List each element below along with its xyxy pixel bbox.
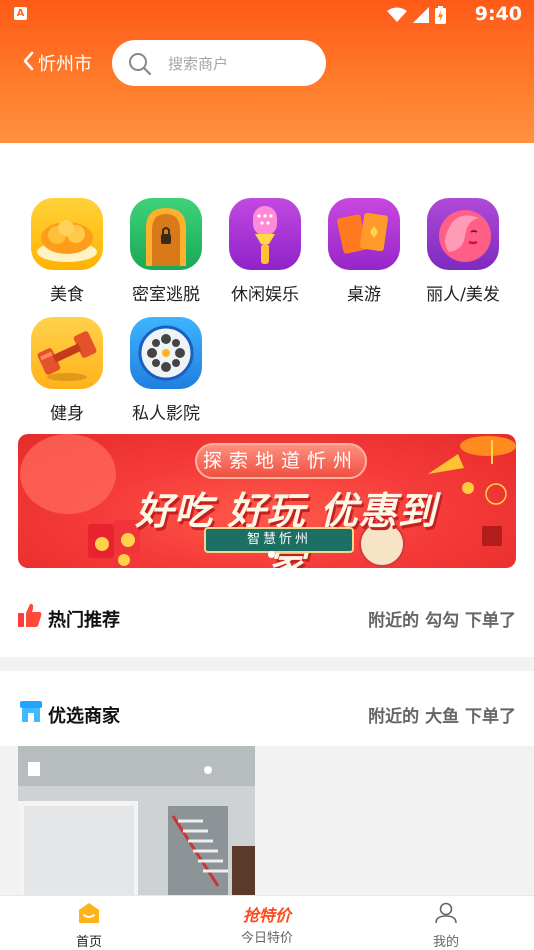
chevron-left-icon <box>22 51 34 76</box>
dumbbell-icon <box>31 317 103 389</box>
header: A 9:40 忻州市 搜索商户 <box>0 0 534 143</box>
hot-recommend-row: 热门推荐 附近的 勾勾 下单了 <box>0 592 534 642</box>
food-icon <box>31 198 103 270</box>
merchant-card-image[interactable] <box>18 746 255 896</box>
category-label: 密室逃脱 <box>132 285 200 305</box>
category-food[interactable]: 美食 <box>22 198 112 305</box>
carousel-dots <box>268 551 275 558</box>
category-label: 健身 <box>50 404 84 424</box>
tab-label: 我的 <box>432 935 459 950</box>
tab-label: 今日特价 <box>240 931 293 946</box>
tab-label: 首页 <box>75 935 102 950</box>
recent-order-ticker: 附近的 大鱼 下单了 <box>368 707 516 727</box>
category-board-games[interactable]: 桌游 <box>319 198 409 305</box>
thumbs-up-icon <box>18 603 42 627</box>
city-back-button[interactable]: 忻州市 <box>22 50 92 76</box>
carousel-dot-active[interactable] <box>268 551 275 558</box>
shop-icon <box>20 701 42 722</box>
promo-banner[interactable]: 探索地道忻州 好吃 好玩 优惠到家 智慧忻州 <box>18 434 516 568</box>
category-label: 休闲娱乐 <box>231 285 299 305</box>
escape-room-door-icon <box>130 198 202 270</box>
category-label: 桌游 <box>347 285 381 305</box>
tab-home[interactable]: 首页 <box>29 902 149 950</box>
signal-icon <box>413 7 429 23</box>
category-fitness[interactable]: 健身 <box>22 317 112 424</box>
city-label: 忻州市 <box>38 54 92 75</box>
banner-ribbon: 智慧忻州 <box>204 527 354 553</box>
category-label: 丽人/美发 <box>426 285 500 305</box>
notification-icon: A <box>14 7 27 20</box>
section-title: 优选商家 <box>48 706 120 727</box>
battery-icon <box>435 6 446 24</box>
category-label: 私人影院 <box>132 404 200 424</box>
category-private-cinema[interactable]: 私人影院 <box>121 317 211 424</box>
tab-today-deals[interactable]: 抢特价 今日特价 <box>207 902 327 946</box>
featured-merchants-row: 优选商家 附近的 大鱼 下单了 <box>0 688 534 738</box>
banner-headline: 好吃 好玩 优惠到家 <box>135 489 437 568</box>
category-escape-room[interactable]: 密室逃脱 <box>121 198 211 305</box>
microphone-icon <box>229 198 301 270</box>
beauty-icon <box>427 198 499 270</box>
search-icon <box>129 53 152 76</box>
tab-mine[interactable]: 我的 <box>386 902 506 950</box>
category-leisure[interactable]: 休闲娱乐 <box>220 198 310 305</box>
category-label: 美食 <box>50 285 84 305</box>
search-input[interactable]: 搜索商户 <box>112 40 326 86</box>
deals-logo: 抢特价 <box>242 906 291 925</box>
status-time: 9:40 <box>474 3 522 25</box>
status-icons <box>387 6 446 24</box>
section-divider <box>0 657 534 671</box>
app-screen: A 9:40 忻州市 搜索商户 美食 密室逃脱 休闲娱乐 桌游 丽人/美发 健身… <box>0 0 534 950</box>
search-placeholder: 搜索商户 <box>168 55 229 73</box>
home-icon <box>79 903 99 923</box>
cards-icon <box>328 198 400 270</box>
status-bar: A 9:40 <box>0 0 534 28</box>
wifi-icon <box>387 7 407 22</box>
user-icon <box>435 902 457 924</box>
section-title: 热门推荐 <box>48 610 120 631</box>
film-reel-icon <box>130 317 202 389</box>
category-beauty[interactable]: 丽人/美发 <box>418 198 508 305</box>
recent-order-ticker: 附近的 勾勾 下单了 <box>368 611 516 631</box>
banner-pill: 探索地道忻州 <box>195 443 367 479</box>
bottom-tab-bar: 首页 抢特价 今日特价 我的 <box>0 895 534 950</box>
